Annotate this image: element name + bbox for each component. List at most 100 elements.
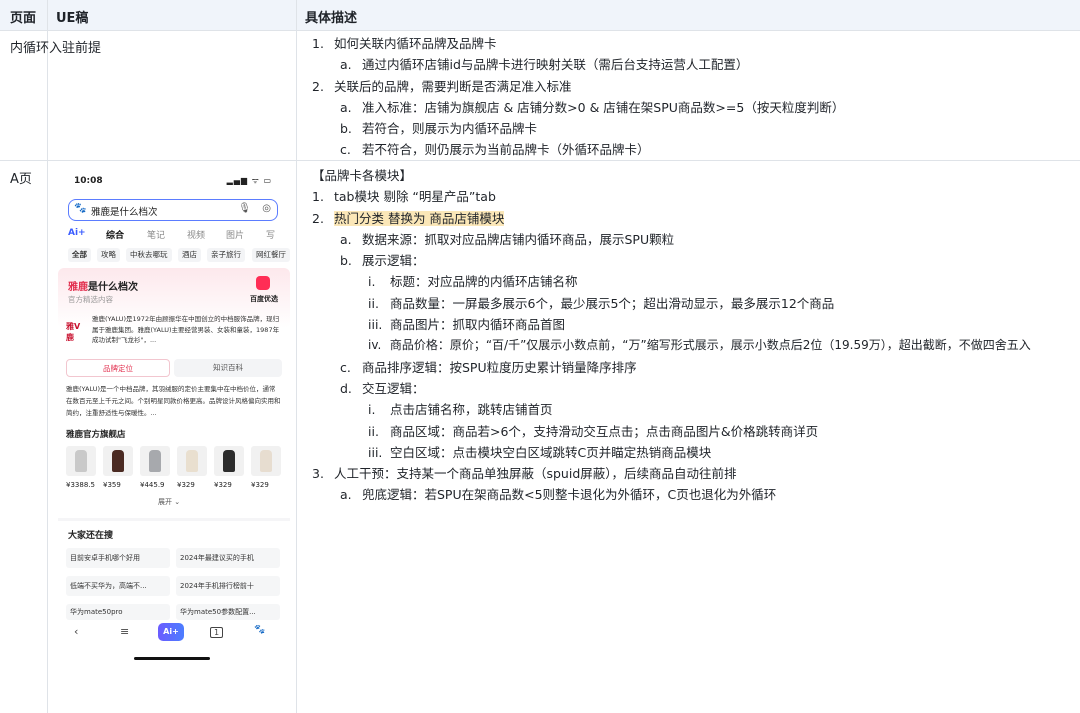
- jacket-icon: [223, 450, 235, 472]
- list-item: iii. 商品图片：抓取内循环商品首图: [368, 317, 565, 333]
- jacket-icon: [75, 450, 87, 472]
- product-image[interactable]: [251, 446, 281, 476]
- list-item: i. 点击店铺名称，跳转店铺首页: [368, 402, 553, 418]
- header-desc: 具体描述: [305, 11, 358, 26]
- product-price[interactable]: ¥3388.5: [66, 481, 100, 489]
- card-subtitle: 官方精选内容: [68, 295, 113, 304]
- list-item: 2. 热门分类 替换为 商品店铺模块: [312, 210, 505, 226]
- list-item: a. 准入标准：店铺为旗舰店 & 店铺分数>0 & 店铺在架SPU商品数>=5（…: [340, 99, 845, 115]
- row1-desc: 1. 如何关联内循环品牌及品牌卡 a. 通过内循环店铺id与品牌卡进行映射关联（…: [312, 33, 1072, 161]
- jacket-icon: [112, 450, 124, 472]
- phone-mockup: 10:08 ▂▄▆ ᯤ ▭ 🐾 雅鹿是什么档次 🎙 ◎ Ai+ 综合 笔记 视频…: [58, 166, 290, 676]
- suggestion-item[interactable]: 华为mate50pro: [66, 604, 170, 620]
- list-item: 1. tab模块 剔除 “明星产品”tab: [312, 189, 496, 205]
- table-header: 页面 UE稿 具体描述: [0, 0, 1080, 31]
- camera-icon[interactable]: ◎: [262, 203, 271, 214]
- product-item[interactable]: ¥329: [214, 446, 248, 489]
- jacket-icon: [186, 450, 198, 472]
- chip[interactable]: 酒店: [178, 248, 201, 262]
- product-price[interactable]: ¥445.9: [140, 481, 174, 489]
- brand-segment: 品牌定位 知识百科: [66, 359, 282, 377]
- header-ue: UE稿: [56, 11, 89, 26]
- tab-write[interactable]: 写: [266, 228, 275, 241]
- suggestion-item[interactable]: 目前安卓手机哪个好用: [66, 548, 170, 568]
- chip[interactable]: 网红餐厅: [252, 248, 290, 262]
- suggestion-item[interactable]: 低端不买华为，高端不...: [66, 576, 170, 596]
- list-item: i. 标题：对应品牌的内循环店铺名称: [368, 274, 578, 290]
- list-item: 1. 如何关联内循环品牌及品牌卡: [312, 36, 497, 51]
- product-image[interactable]: [103, 446, 133, 476]
- tab-notes[interactable]: 笔记: [147, 228, 165, 241]
- chip[interactable]: 攻略: [97, 248, 120, 262]
- home-indicator: [134, 657, 210, 660]
- divider: [47, 0, 48, 713]
- paw-icon[interactable]: 🐾: [254, 625, 265, 635]
- baidu-youxuan-logo-icon: [256, 276, 270, 290]
- product-item[interactable]: ¥359: [103, 446, 137, 489]
- list-item: b. 展示逻辑：: [340, 253, 425, 269]
- segment-knowledge[interactable]: 知识百科: [174, 359, 282, 377]
- product-image[interactable]: [214, 446, 244, 476]
- row1-page: 内循环入驻前提: [10, 41, 102, 56]
- list-item: b. 若符合，则展示为内循环品牌卡: [340, 121, 537, 137]
- tab-video[interactable]: 视频: [187, 228, 205, 241]
- list-item: 2. 关联后的品牌，需要判断是否满足准入标准: [312, 78, 572, 94]
- list-item: ii. 商品区域：商品若>6个，支持滑动交互点击；点击商品图片&价格跳转商详页: [368, 423, 819, 439]
- list-item: d. 交互逻辑：: [340, 380, 425, 396]
- chip[interactable]: 亲子旅行: [207, 248, 245, 262]
- bottom-nav: ‹ ≡ Ai+ 1 🐾: [58, 623, 290, 645]
- list-item: c. 商品排序逻辑：按SPU粒度历史累计销量降序排序: [340, 359, 637, 375]
- tab-ai[interactable]: Ai+: [68, 228, 86, 238]
- mic-icon[interactable]: 🎙: [238, 203, 251, 214]
- row2-page: A页: [10, 172, 32, 187]
- suggestion-item[interactable]: 华为mate50参数配置...: [176, 604, 280, 620]
- status-time: 10:08: [74, 176, 103, 186]
- brand-intro: 雅鹿(YALU)是一个中档品牌，其羽绒服的定价主要集中在中档价位，通常在数百元至…: [66, 385, 281, 417]
- chip[interactable]: 中秋去哪玩: [126, 248, 172, 262]
- suggestion-item[interactable]: 2024年最建议买的手机: [176, 548, 280, 568]
- spec-table: 页面 UE稿 具体描述 内循环入驻前提 1. 如何关联内循环品牌及品牌卡 a. …: [0, 0, 1080, 713]
- goods-list: ¥3388.5 ¥359 ¥445.9 ¥329 ¥329 ¥329: [66, 446, 290, 494]
- product-item[interactable]: ¥329: [251, 446, 285, 489]
- jacket-icon: [260, 450, 272, 472]
- ai-button[interactable]: Ai+: [158, 623, 184, 641]
- divider: [296, 0, 297, 713]
- list-item: iv. 商品价格：原价；“百/千”仅展示小数点前，“万”缩写形式展示，展示小数点…: [368, 338, 1031, 353]
- product-item[interactable]: ¥3388.5: [66, 446, 100, 489]
- back-icon[interactable]: ‹: [74, 625, 78, 638]
- tab-images[interactable]: 图片: [226, 228, 244, 241]
- product-item[interactable]: ¥329: [177, 446, 211, 489]
- brand-logo: 雅V鹿: [66, 322, 81, 342]
- header-page: 页面: [10, 11, 37, 26]
- brand-text: 雅鹿(YALU)是1972年由顾振华在中国创立的中档服饰品牌，现归属于雅鹿集团。…: [92, 315, 280, 344]
- status-icons: ▂▄▆ ᯤ ▭: [226, 176, 272, 185]
- product-price[interactable]: ¥329: [177, 481, 211, 489]
- hot-search-title: 大家还在搜: [68, 531, 114, 541]
- product-image[interactable]: [177, 446, 207, 476]
- list-item: a. 通过内循环店铺id与品牌卡进行映射关联（需后台支持运营人工配置）: [340, 57, 749, 73]
- product-image[interactable]: [66, 446, 96, 476]
- tabs-count-icon[interactable]: 1: [210, 627, 224, 638]
- section-title: 【品牌卡各模块】: [312, 168, 413, 183]
- list-item: c. 若不符合，则仍展示为当前品牌卡（外循环品牌卡）: [340, 142, 650, 158]
- list-item: ii. 商品数量：一屏最多展示6个，最少展示5个；超出滑动显示，最多展示12个商…: [368, 295, 835, 311]
- product-price[interactable]: ¥359: [103, 481, 137, 489]
- row2-desc: 【品牌卡各模块】 1. tab模块 剔除 “明星产品”tab 2. 热门分类 替…: [312, 165, 1072, 506]
- product-item[interactable]: ¥445.9: [140, 446, 174, 489]
- card-logo-text: 百度优选: [250, 295, 278, 303]
- chip[interactable]: 全部: [68, 248, 91, 262]
- filter-chips: 全部 攻略 中秋去哪玩 酒店 亲子旅行 网红餐厅: [68, 248, 290, 264]
- segment-brand-position[interactable]: 品牌定位: [66, 359, 170, 377]
- card-title: 雅鹿是什么档次: [68, 282, 138, 293]
- suggestion-item[interactable]: 2024年手机排行榜前十: [176, 576, 280, 596]
- brand-summary: 雅V鹿 雅鹿(YALU)是1972年由顾振华在中国创立的中档服饰品牌，现归属于雅…: [66, 314, 284, 354]
- search-input[interactable]: 🐾 雅鹿是什么档次 🎙 ◎: [68, 199, 278, 221]
- product-price[interactable]: ¥329: [251, 481, 285, 489]
- expand-button[interactable]: 展开 ⌄: [158, 497, 180, 507]
- product-image[interactable]: [140, 446, 170, 476]
- menu-icon[interactable]: ≡: [120, 625, 129, 638]
- store-name[interactable]: 雅鹿官方旗舰店: [66, 428, 126, 440]
- tab-all[interactable]: 综合: [106, 228, 124, 241]
- divider: [58, 518, 290, 521]
- product-price[interactable]: ¥329: [214, 481, 248, 489]
